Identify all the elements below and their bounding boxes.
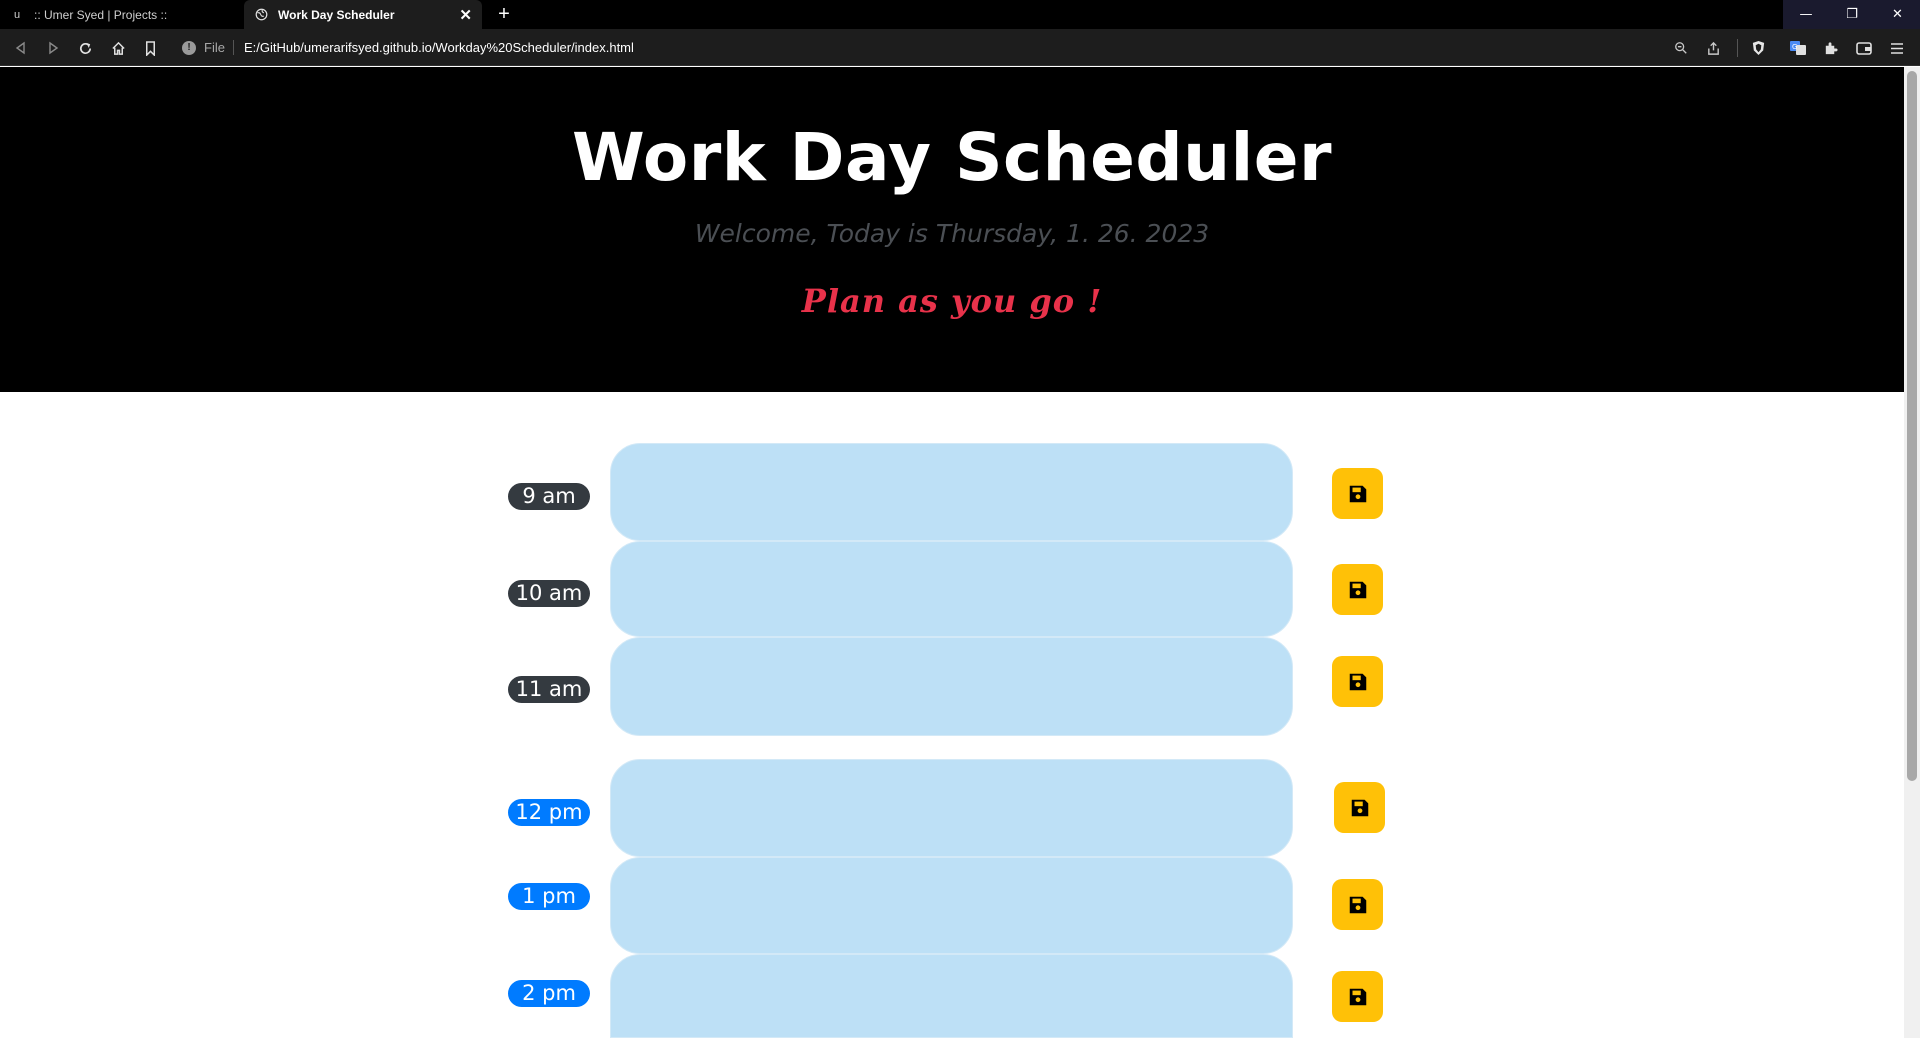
site-info-icon[interactable]: ! (182, 40, 196, 55)
toolbar-divider (1737, 39, 1738, 57)
page-header: Work Day Scheduler Welcome, Today is Thu… (0, 67, 1904, 392)
save-button[interactable] (1332, 468, 1383, 519)
event-input[interactable] (610, 541, 1293, 637)
browser-window: u :: Umer Syed | Projects :: Work Day Sc… (0, 0, 1920, 1038)
slogan-text: Plan as you go ! (801, 282, 1103, 320)
back-icon[interactable] (8, 35, 34, 61)
event-input[interactable] (610, 857, 1293, 954)
floppy-disk-icon (1349, 485, 1366, 502)
wallet-icon[interactable] (1851, 35, 1877, 61)
event-input[interactable] (610, 443, 1293, 541)
zoom-icon[interactable] (1668, 35, 1694, 61)
page-title: Work Day Scheduler (571, 119, 1333, 196)
event-input[interactable] (610, 759, 1293, 857)
hour-label: 9 am (508, 483, 590, 510)
event-input[interactable] (610, 637, 1293, 736)
extensions-icon[interactable] (1817, 35, 1843, 61)
floppy-disk-icon (1349, 896, 1366, 913)
site-favicon-icon: u (13, 8, 21, 21)
bookmark-icon[interactable] (137, 35, 163, 61)
event-input[interactable] (610, 954, 1293, 1038)
tab-projects[interactable]: u :: Umer Syed | Projects :: (0, 0, 243, 29)
floppy-disk-icon (1351, 799, 1368, 816)
hour-label: 11 am (508, 676, 590, 703)
hour-label: 12 pm (508, 799, 590, 826)
reload-icon[interactable] (72, 35, 98, 61)
floppy-disk-icon (1349, 988, 1366, 1005)
close-tab-icon[interactable]: ✕ (459, 6, 472, 24)
close-window-button[interactable]: ✕ (1875, 0, 1920, 29)
url-scheme-label: File (204, 40, 234, 55)
minimize-button[interactable]: — (1783, 0, 1829, 29)
tab-strip: u :: Umer Syed | Projects :: Work Day Sc… (0, 0, 1920, 29)
globe-icon (254, 8, 268, 22)
current-date-text: Welcome, Today is Thursday, 1. 26. 2023 (694, 219, 1210, 248)
tab-work-day-scheduler[interactable]: Work Day Scheduler ✕ (244, 0, 482, 29)
hour-label: 10 am (508, 580, 590, 607)
forward-icon[interactable] (40, 35, 66, 61)
svg-text:G: G (1792, 43, 1797, 51)
save-button[interactable] (1332, 564, 1383, 615)
browser-toolbar: ! File E:/GitHub/umerarifsyed.github.io/… (0, 29, 1920, 66)
share-icon[interactable] (1700, 35, 1726, 61)
tab-title: :: Umer Syed | Projects :: (34, 7, 168, 22)
hour-label: 1 pm (508, 883, 590, 910)
brave-shield-icon[interactable] (1745, 35, 1771, 61)
address-bar[interactable]: ! File E:/GitHub/umerarifsyed.github.io/… (176, 33, 1721, 62)
hour-label: 2 pm (508, 980, 590, 1007)
save-button[interactable] (1334, 782, 1385, 833)
floppy-disk-icon (1349, 673, 1366, 690)
translate-icon[interactable]: G (1785, 35, 1811, 61)
page-scrollbar[interactable] (1904, 67, 1920, 1038)
menu-icon[interactable] (1884, 35, 1910, 61)
save-button[interactable] (1332, 879, 1383, 930)
url-text[interactable]: E:/GitHub/umerarifsyed.github.io/Workday… (244, 40, 634, 55)
scrollbar-thumb[interactable] (1907, 71, 1917, 781)
floppy-disk-icon (1349, 581, 1366, 598)
save-button[interactable] (1332, 971, 1383, 1022)
restore-button[interactable]: ❐ (1829, 0, 1875, 29)
home-icon[interactable] (105, 35, 131, 61)
new-tab-button[interactable]: + (492, 2, 516, 26)
save-button[interactable] (1332, 656, 1383, 707)
tab-title: Work Day Scheduler (278, 7, 395, 22)
